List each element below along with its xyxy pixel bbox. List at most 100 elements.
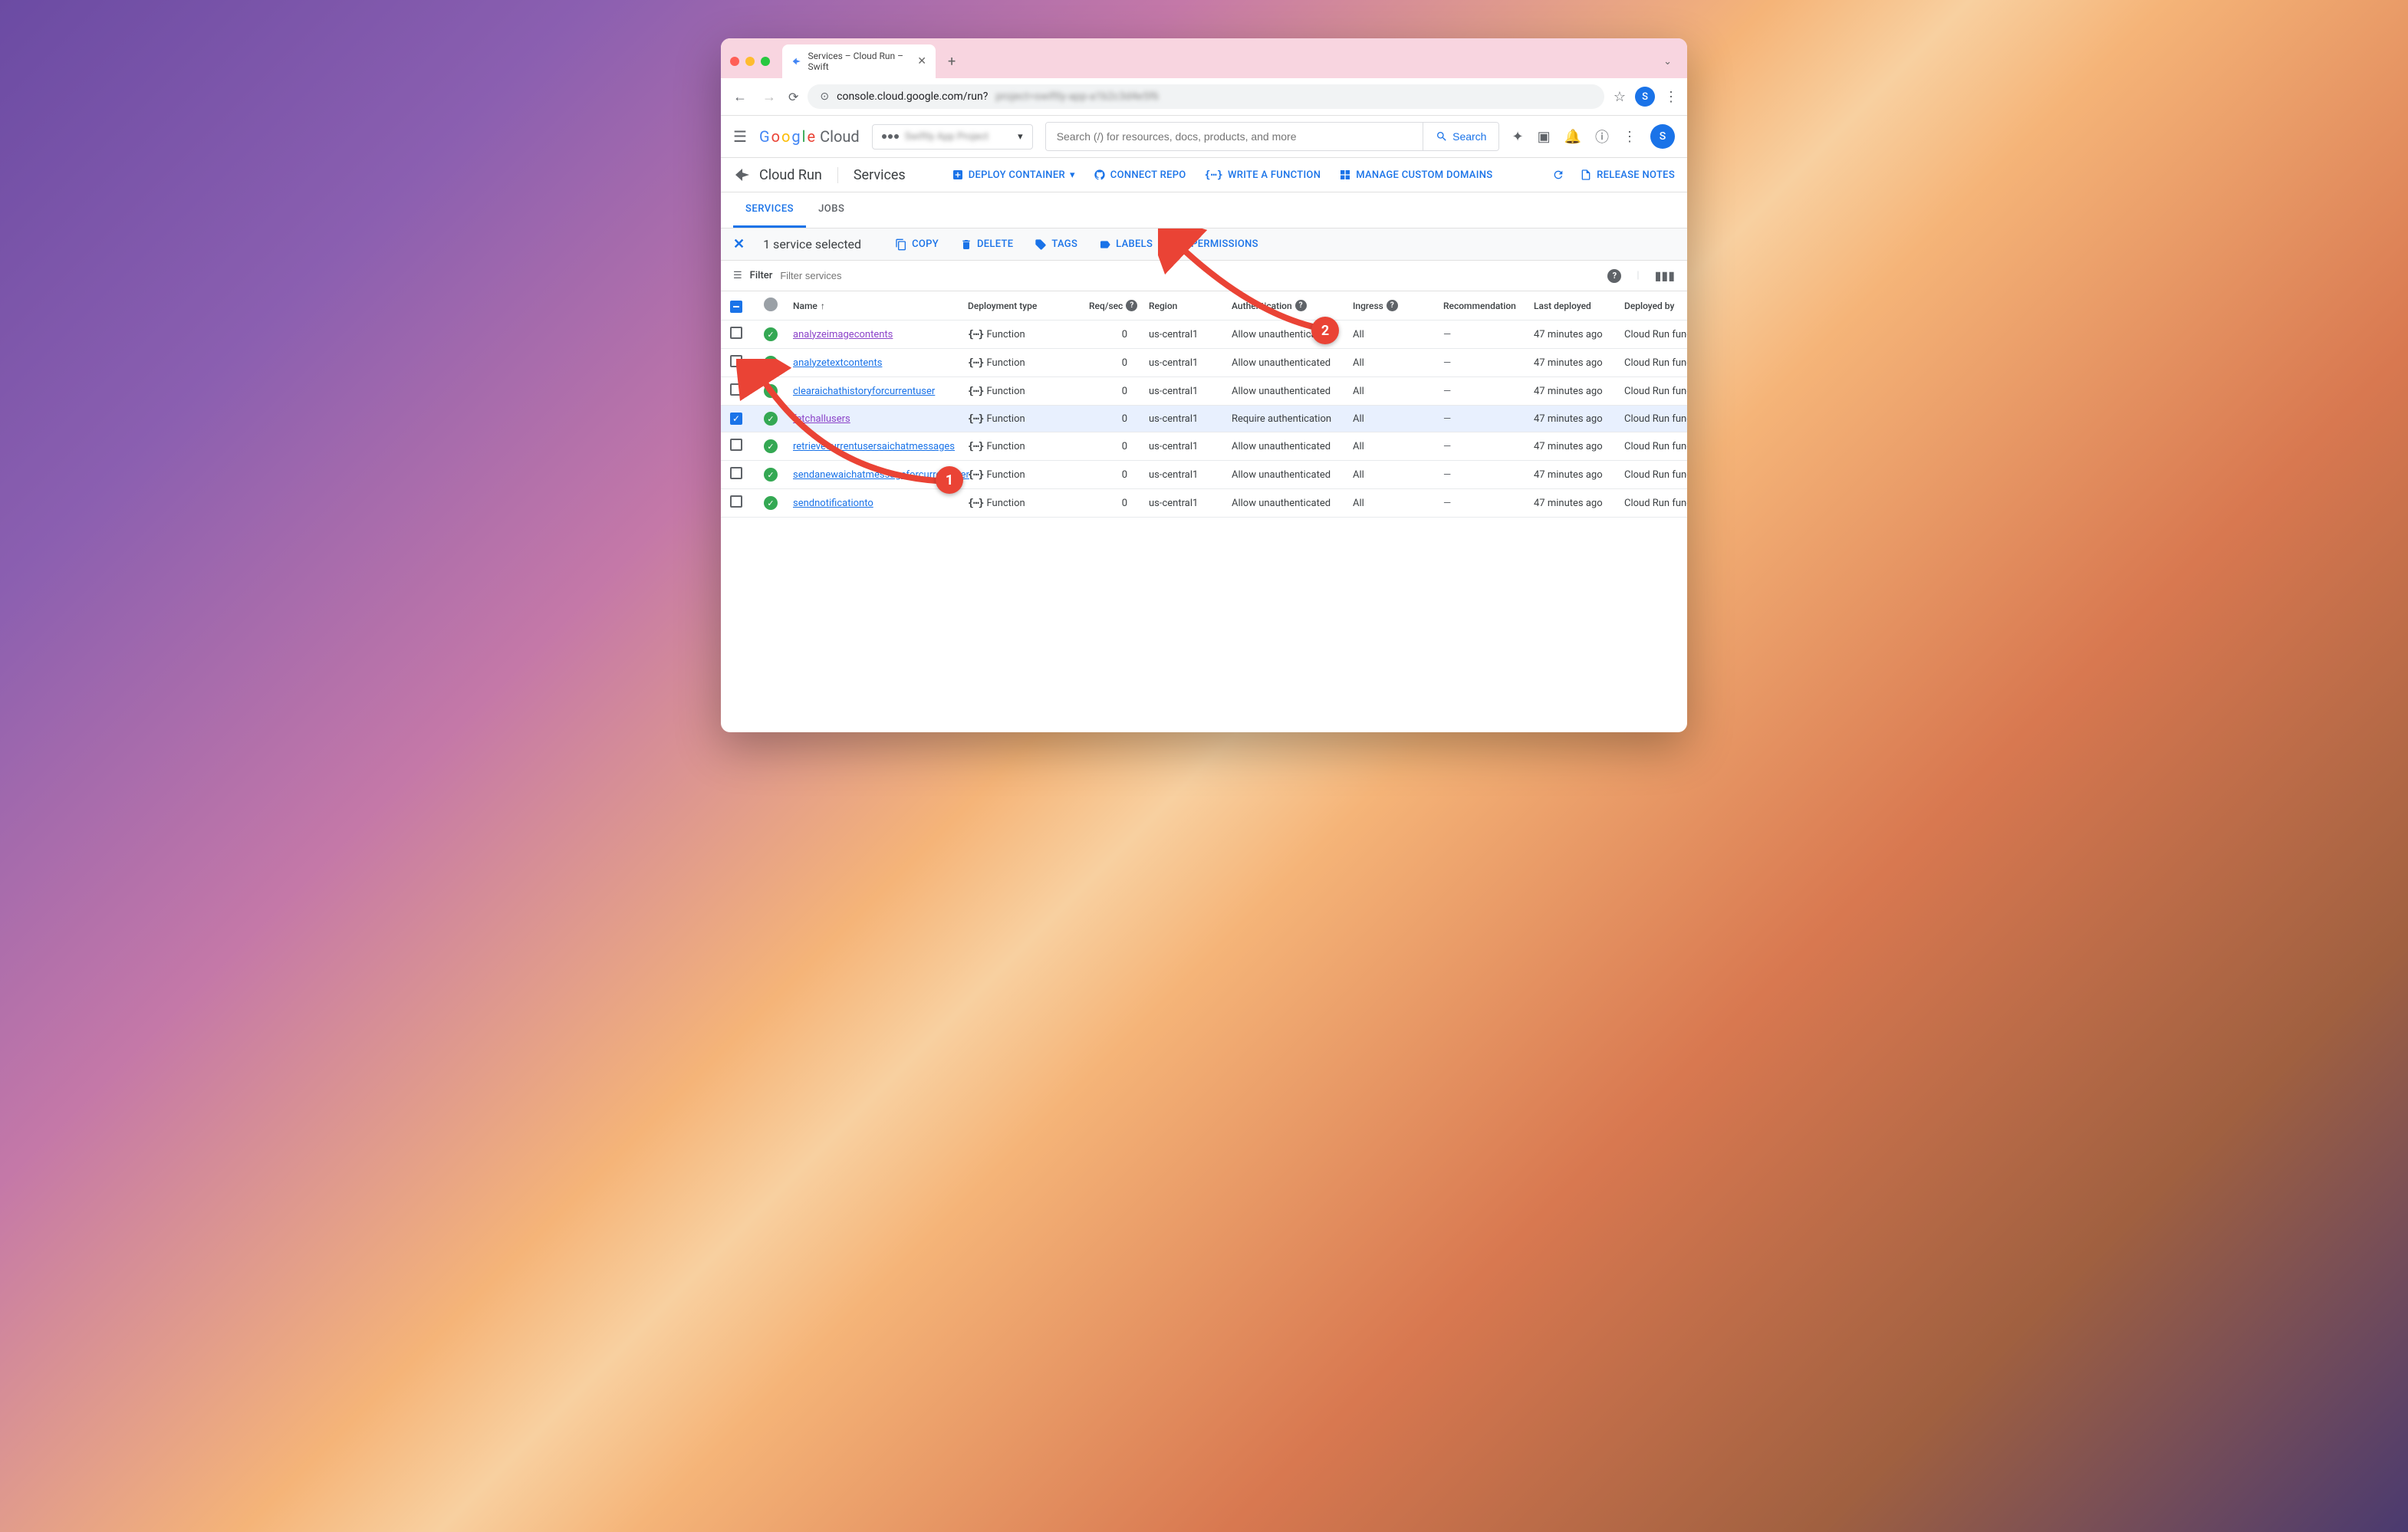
tab-bar: Services – Cloud Run – Swift ✕ + ⌄ (721, 38, 1687, 78)
table-row[interactable]: ✓ retrievecurrentusersaichatmessages {⋯}… (721, 432, 1687, 461)
site-info-icon[interactable]: ⊙ (820, 90, 829, 103)
table-row[interactable]: ✓ analyzetextcontents {⋯} Function 0 us-… (721, 349, 1687, 377)
cloudrun-logo[interactable]: Cloud Run (733, 166, 822, 184)
row-checkbox[interactable] (730, 355, 742, 367)
write-function-button[interactable]: {⋯} WRITE A FUNCTION (1205, 169, 1321, 181)
table-row[interactable]: ✓ sendanewaichatmessageforcurrentuser {⋯… (721, 461, 1687, 489)
filter-input[interactable] (780, 270, 1600, 281)
search-icon (1436, 130, 1448, 143)
search-button[interactable]: Search (1423, 123, 1498, 150)
col-last-deployed[interactable]: Last deployed (1534, 301, 1618, 311)
deployed-by-value: Cloud Run functions (1624, 357, 1687, 369)
connect-repo-button[interactable]: CONNECT REPO (1094, 169, 1186, 181)
permissions-button[interactable]: PERMISSIONS (1174, 238, 1258, 251)
last-deployed-value: 47 minutes ago (1534, 329, 1618, 340)
browser-menu-icon[interactable]: ⋮ (1664, 89, 1678, 105)
maximize-window-button[interactable] (761, 57, 770, 66)
nav-menu-icon[interactable]: ☰ (733, 127, 747, 146)
table-row[interactable]: ✓ sendnotificationto {⋯} Function 0 us-c… (721, 489, 1687, 518)
github-icon (1094, 169, 1106, 181)
select-all-checkbox[interactable] (730, 301, 742, 313)
notifications-icon[interactable]: 🔔 (1564, 129, 1581, 145)
cloudrun-favicon-icon (791, 55, 802, 67)
col-deployed-by[interactable]: Deployed by (1624, 301, 1687, 311)
refresh-button[interactable] (1552, 169, 1564, 181)
ingress-value: All (1353, 498, 1437, 509)
col-recommendation[interactable]: Recommendation (1443, 301, 1528, 311)
filter-help-icon[interactable]: ? (1607, 269, 1621, 283)
ingress-value: All (1353, 357, 1437, 369)
help-icon[interactable]: ? (1126, 300, 1137, 311)
row-checkbox[interactable] (730, 495, 742, 508)
ingress-value: All (1353, 413, 1437, 425)
account-avatar[interactable]: S (1650, 124, 1675, 149)
new-tab-button[interactable]: + (942, 51, 962, 73)
row-checkbox[interactable]: ✓ (730, 413, 742, 425)
col-authentication[interactable]: Authentication ? (1232, 300, 1347, 311)
release-notes-button[interactable]: RELEASE NOTES (1580, 169, 1675, 181)
page-section: Services (837, 167, 906, 183)
col-req-sec[interactable]: Req/sec ? (1089, 300, 1143, 311)
table-row[interactable]: ✓ ✓ fetchallusers {⋯} Function 0 us-cent… (721, 406, 1687, 432)
row-checkbox[interactable] (730, 439, 742, 451)
tabs-dropdown-icon[interactable]: ⌄ (1663, 56, 1678, 67)
service-link[interactable]: fetchallusers (793, 413, 850, 425)
col-region[interactable]: Region (1149, 301, 1225, 311)
last-deployed-value: 47 minutes ago (1534, 386, 1618, 397)
tab-close-icon[interactable]: ✕ (917, 55, 926, 67)
help-icon[interactable]: ⓘ (1595, 127, 1609, 146)
reload-button[interactable]: ⟳ (788, 90, 798, 104)
url-bar[interactable]: ⊙ console.cloud.google.com/run?project=s… (808, 84, 1604, 109)
labels-button[interactable]: LABELS (1099, 238, 1153, 251)
row-checkbox[interactable] (730, 467, 742, 479)
col-name[interactable]: Name ↑ (793, 301, 962, 311)
cloudrun-icon (733, 166, 752, 184)
copy-button[interactable]: COPY (895, 238, 939, 251)
tags-button[interactable]: TAGS (1035, 238, 1077, 251)
tab-jobs[interactable]: JOBS (806, 192, 857, 228)
deployment-type: {⋯} Function (968, 469, 1083, 481)
url-blurred: project=swiftly-app-a1b2c3d4e5f6 (995, 90, 1159, 103)
clear-selection-button[interactable]: ✕ (733, 236, 745, 252)
row-checkbox[interactable] (730, 383, 742, 396)
refresh-icon (1552, 169, 1564, 181)
col-deployment-type[interactable]: Deployment type (968, 301, 1083, 311)
cloud-shell-icon[interactable]: ▣ (1538, 129, 1551, 145)
notes-icon (1580, 169, 1592, 181)
service-link[interactable]: analyzetextcontents (793, 357, 882, 369)
service-link[interactable]: analyzeimagecontents (793, 329, 893, 340)
trash-icon (960, 238, 972, 251)
bookmark-icon[interactable]: ☆ (1614, 89, 1626, 105)
search-input[interactable] (1046, 123, 1423, 150)
service-link[interactable]: sendnotificationto (793, 498, 873, 509)
help-icon[interactable]: ? (1387, 300, 1398, 311)
browser-chrome: Services – Cloud Run – Swift ✕ + ⌄ ← → ⟳… (721, 38, 1687, 116)
minimize-window-button[interactable] (745, 57, 755, 66)
service-bar: Cloud Run Services DEPLOY CONTAINER ▾ CO… (721, 158, 1687, 192)
auth-value: Require authentication (1232, 413, 1347, 425)
google-cloud-logo[interactable]: Google Cloud (759, 127, 860, 146)
more-icon[interactable]: ⋮ (1623, 129, 1637, 145)
tab-services[interactable]: SERVICES (733, 192, 806, 228)
table-row[interactable]: ✓ clearaichathistoryforcurrentuser {⋯} F… (721, 377, 1687, 406)
browser-tab[interactable]: Services – Cloud Run – Swift ✕ (782, 44, 936, 78)
back-button[interactable]: ← (730, 86, 750, 108)
deploy-container-button[interactable]: DEPLOY CONTAINER ▾ (952, 169, 1075, 181)
project-selector[interactable]: Swiftly App Project ▾ (872, 124, 1033, 150)
col-ingress[interactable]: Ingress ? (1353, 300, 1437, 311)
forward-button[interactable]: → (759, 86, 779, 108)
column-selector-icon[interactable]: ▮▮▮ (1655, 268, 1675, 283)
service-link[interactable]: clearaichathistoryforcurrentuser (793, 386, 935, 397)
manage-domains-button[interactable]: MANAGE CUSTOM DOMAINS (1339, 169, 1492, 181)
search-container: Search (1045, 122, 1500, 151)
row-checkbox[interactable] (730, 327, 742, 339)
gemini-icon[interactable]: ✦ (1512, 129, 1523, 145)
table-row[interactable]: ✓ analyzeimagecontents {⋯} Function 0 us… (721, 321, 1687, 349)
delete-button[interactable]: DELETE (960, 238, 1013, 251)
help-icon[interactable]: ? (1295, 300, 1307, 311)
deployment-type: {⋯} Function (968, 386, 1083, 397)
browser-profile-avatar[interactable]: S (1635, 87, 1655, 107)
service-link[interactable]: retrievecurrentusersaichatmessages (793, 441, 955, 452)
close-window-button[interactable] (730, 57, 739, 66)
filter-icon: ☰ (733, 270, 742, 281)
